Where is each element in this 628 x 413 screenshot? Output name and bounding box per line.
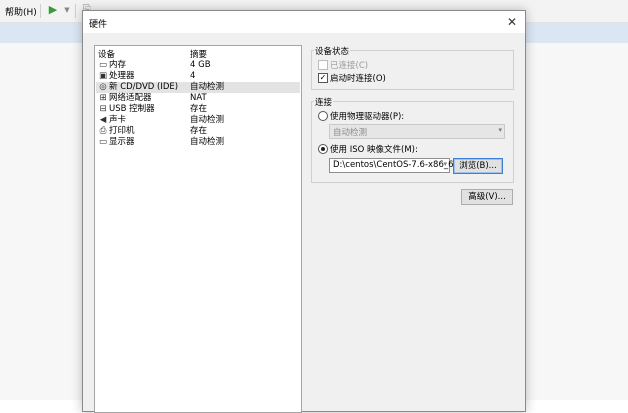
device-name: 打印机 [109,126,135,136]
menu-help[interactable]: 帮助(H) [5,5,37,18]
connect-at-poweron-checkbox[interactable]: ✓ [318,73,328,83]
processor-icon: ▣ [98,71,108,81]
hardware-dialog: 硬件 ✕ 设备 摘要 ▭ 内存 4 GB ▣ 处理器 4 ◎ 新 CD/DVD … [82,10,526,413]
device-summary: 4 [190,71,196,81]
play-icon[interactable]: ▶ [46,3,60,17]
column-header-device[interactable]: 设备 [98,48,115,60]
memory-icon: ▭ [98,60,108,70]
radio-dot [321,147,325,151]
chevron-down-icon: ▾ [498,126,502,134]
connection-label: 连接 [314,96,334,108]
usb-icon: ⊟ [99,104,107,114]
column-header-summary[interactable]: 摘要 [190,48,207,60]
device-name: 网络适配器 [109,93,152,103]
network-adapter-icon: ⊞ [99,93,107,103]
dialog-titlebar: 硬件 ✕ [83,11,525,33]
device-summary: 自动检测 [190,82,225,92]
connected-checkbox[interactable] [318,60,328,70]
device-list[interactable]: 设备 摘要 ▭ 内存 4 GB ▣ 处理器 4 ◎ 新 CD/DVD (IDE)… [94,45,302,413]
device-row[interactable]: ▭ 显示器 自动检测 [96,137,300,148]
cd-dvd-icon: ◎ [99,82,107,92]
device-summary: 存在 [190,126,208,136]
use-physical-drive-radio[interactable] [318,111,328,121]
speaker-icon: ◀ [99,115,107,125]
connected-label: 已连接(C) [330,61,369,71]
device-name: 处理器 [109,71,135,81]
use-iso-radio[interactable] [318,144,328,154]
device-row-selected[interactable]: ◎ 新 CD/DVD (IDE) 自动检测 [96,82,300,93]
browse-button[interactable]: 浏览(B)... [453,158,503,174]
close-icon[interactable]: ✕ [503,14,521,30]
device-summary: 存在 [190,104,208,114]
device-row[interactable]: ◀ 声卡 自动检测 [96,115,300,126]
chevron-down-icon[interactable]: ▼ [60,3,74,17]
use-iso-label: 使用 ISO 映像文件(M): [330,145,418,155]
toolbar-separator [75,4,76,18]
iso-path-value: D:\centos\CentOS-7.6-x86_64 [333,160,459,170]
toolbar-separator [40,4,41,18]
device-name: 声卡 [109,115,127,125]
device-name: 新 CD/DVD (IDE) [109,82,179,92]
device-status-label: 设备状态 [314,45,351,57]
monitor-icon: ▭ [98,137,108,147]
dialog-title: 硬件 [89,20,108,30]
device-summary: 自动检测 [190,137,225,147]
connect-at-poweron-label: 启动时连接(O) [330,74,386,84]
device-summary: NAT [190,93,207,103]
device-name: USB 控制器 [109,104,155,114]
printer-icon: ⎙ [99,126,107,136]
device-row[interactable]: ▣ 处理器 4 [96,71,300,82]
chevron-down-icon: ▾ [443,160,447,168]
iso-path-select[interactable]: D:\centos\CentOS-7.6-x86_64 ▾ [329,158,459,173]
device-row[interactable]: ⊟ USB 控制器 存在 [96,104,300,115]
physical-drive-value: 自动检测 [333,128,368,138]
use-physical-drive-label: 使用物理驱动器(P): [330,112,405,122]
physical-drive-select[interactable]: 自动检测 ▾ [329,124,505,139]
device-summary: 自动检测 [190,115,225,125]
device-row[interactable]: ▭ 内存 4 GB [96,60,300,71]
device-name: 显示器 [109,137,135,147]
device-row[interactable]: ⊞ 网络适配器 NAT [96,93,300,104]
device-name: 内存 [109,60,127,70]
device-summary: 4 GB [190,60,211,70]
device-row[interactable]: ⎙ 打印机 存在 [96,126,300,137]
advanced-button[interactable]: 高级(V)... [461,189,513,205]
